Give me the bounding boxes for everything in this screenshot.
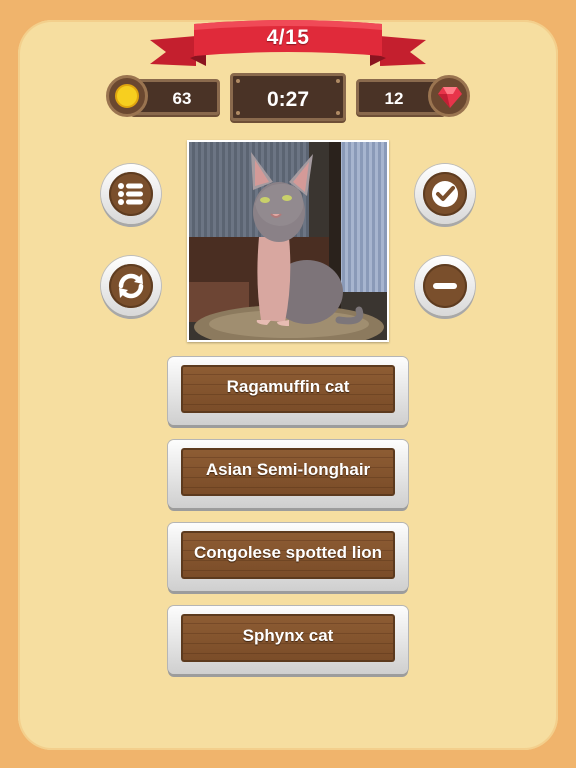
- answer-button-4[interactable]: Sphynx cat: [168, 606, 408, 674]
- gem-count: 12: [384, 89, 404, 108]
- answer-button-3[interactable]: Congolese spotted lion: [168, 523, 408, 591]
- answer-button-2[interactable]: Asian Semi-longhair: [168, 440, 408, 508]
- answer-label: Asian Semi-longhair: [205, 460, 371, 479]
- question-photo: [187, 140, 389, 342]
- progress-label: 4/15: [266, 26, 310, 49]
- timer-value: 0:27: [266, 88, 310, 111]
- check-icon: [432, 181, 458, 207]
- reset-button[interactable]: [101, 256, 161, 316]
- menu-button[interactable]: [101, 164, 161, 224]
- timer: 0:27: [230, 73, 346, 121]
- answer-label: Congolese spotted lion: [194, 543, 382, 562]
- coin-count: 63: [172, 89, 192, 108]
- refresh-icon: [118, 273, 144, 299]
- answer-label: Sphynx cat: [242, 626, 334, 645]
- check-button[interactable]: [415, 164, 475, 224]
- cat-photo: [189, 142, 387, 340]
- minus-icon: [433, 283, 457, 289]
- list-icon: [118, 183, 143, 205]
- answer-label: Ragamuffin cat: [226, 377, 350, 396]
- coin-icon: [106, 75, 148, 117]
- gem-icon: [428, 75, 470, 117]
- remove-button[interactable]: [415, 256, 475, 316]
- answer-button-1[interactable]: Ragamuffin cat: [168, 357, 408, 425]
- progress-ribbon: 4/15: [150, 18, 426, 74]
